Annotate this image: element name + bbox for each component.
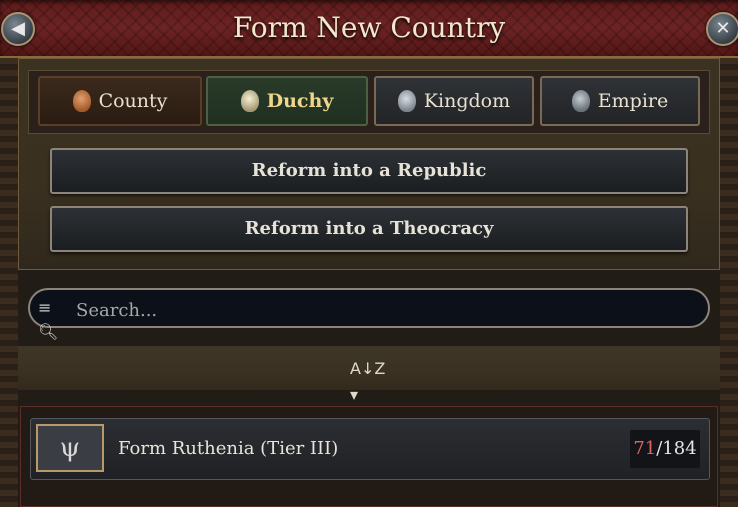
close-button[interactable]: ✕ bbox=[706, 12, 738, 46]
left-frame-rail bbox=[0, 58, 18, 507]
reform-republic-button[interactable]: Reform into a Republic bbox=[50, 148, 688, 194]
sort-az-icon[interactable]: A↓Z ▾ bbox=[350, 356, 390, 404]
tab-duchy[interactable]: Duchy bbox=[206, 76, 368, 126]
list-item-label: Form Ruthenia (Tier III) bbox=[118, 438, 339, 459]
tab-empire[interactable]: Empire bbox=[540, 76, 700, 126]
kingdom-tier-icon bbox=[397, 90, 416, 112]
arrow-left-icon: ◀ bbox=[11, 18, 25, 39]
progress-total: /184 bbox=[656, 438, 697, 459]
search-icon: ≡🔍︎ bbox=[38, 298, 59, 341]
list-item-progress: 71/184 bbox=[630, 430, 700, 468]
close-icon: ✕ bbox=[715, 18, 731, 39]
tab-empire-label: Empire bbox=[597, 90, 669, 112]
duchy-tier-icon bbox=[240, 90, 259, 112]
empire-tier-icon bbox=[571, 90, 590, 112]
tab-duchy-label: Duchy bbox=[266, 90, 334, 112]
tab-kingdom-label: Kingdom bbox=[423, 90, 511, 112]
window-title: Form New Country bbox=[232, 11, 506, 44]
tab-county-label: County bbox=[98, 90, 168, 112]
reform-theocracy-button[interactable]: Reform into a Theocracy bbox=[50, 206, 688, 252]
trident-emblem-icon: ψ bbox=[36, 424, 104, 472]
progress-current: 71 bbox=[633, 438, 657, 459]
search-input[interactable] bbox=[74, 294, 678, 326]
right-frame-rail bbox=[720, 58, 738, 507]
county-tier-icon bbox=[72, 90, 91, 112]
tab-kingdom[interactable]: Kingdom bbox=[374, 76, 534, 126]
back-button[interactable]: ◀ bbox=[1, 12, 35, 46]
tab-county[interactable]: County bbox=[38, 76, 202, 126]
